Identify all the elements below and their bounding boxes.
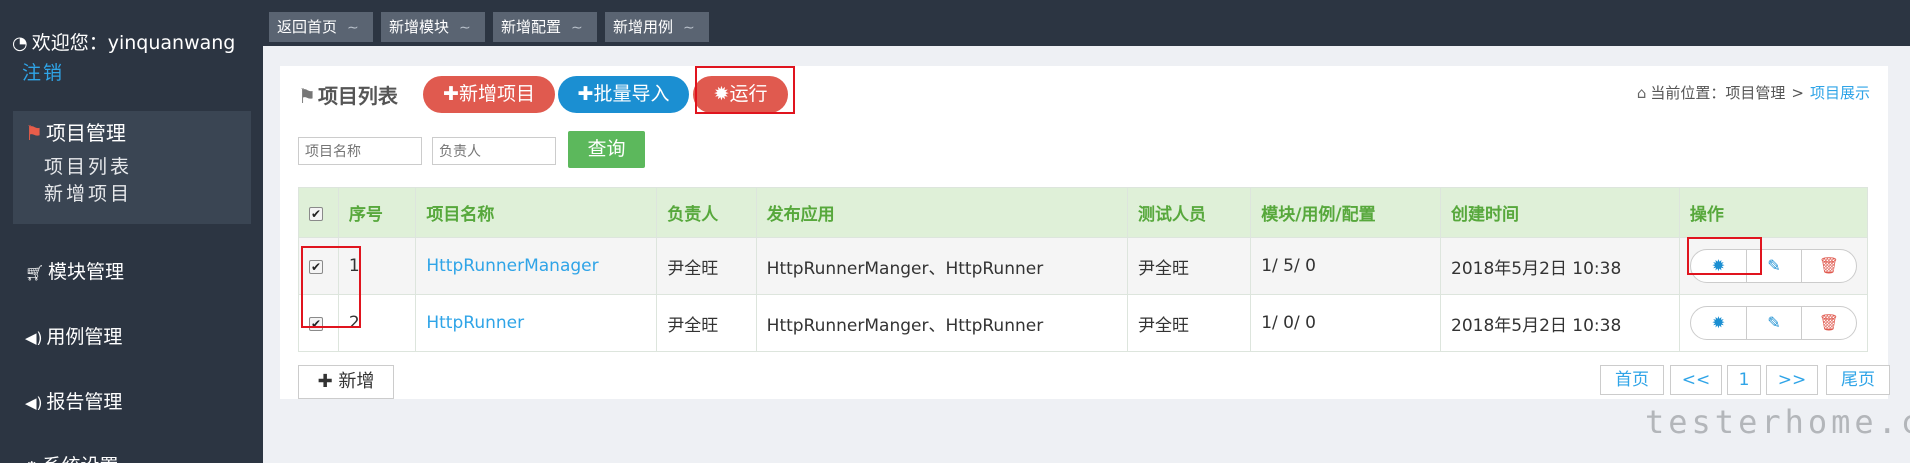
welcome-text: ◔ 欢迎您：yinquanwang xyxy=(12,28,235,55)
page-title-label: 项目列表 xyxy=(317,84,398,108)
highlight-box-run xyxy=(695,66,795,114)
sidebar-item-label: 用例管理 xyxy=(46,326,123,348)
cart-icon: 🛒︎ xyxy=(25,264,45,282)
dashboard-icon: ◔ xyxy=(12,33,28,54)
table-header-row: ✔ 序号 项目名称 负责人 发布应用 测试人员 模块/用例/配置 创建时间 操作 xyxy=(298,187,1869,238)
tab-label: 新增配置 xyxy=(501,18,562,36)
row-testers: 尹全旺 xyxy=(1126,237,1252,295)
sidebar-item-module-management[interactable]: 🛒︎ 模块管理 xyxy=(25,257,124,284)
welcome-label: 欢迎您：yinquanwang xyxy=(31,32,236,54)
row-counts: 1/ 0/ 0 xyxy=(1250,294,1441,352)
gears-icon: ⚙ xyxy=(25,458,38,463)
column-header-index: 序号 xyxy=(337,187,417,238)
row-counts: 1/ 5/ 0 xyxy=(1250,237,1441,295)
sidebar-item-case-management[interactable]: ◀) 用例管理 xyxy=(25,322,122,349)
sidebar-item-project-management[interactable]: ⚑ 项目管理 xyxy=(25,117,126,146)
pager-prev[interactable]: << xyxy=(1670,365,1722,395)
trash-icon[interactable]: 🗑︎ xyxy=(1800,307,1856,339)
page-title: ⚑ 项目列表 xyxy=(298,80,398,109)
row-apps: HttpRunnerManger、HttpRunner xyxy=(755,294,1129,352)
table-row: ✔ 1 HttpRunnerManager 尹全旺 HttpRunnerMang… xyxy=(298,237,1869,295)
select-all-cell: ✔ xyxy=(298,187,339,238)
edit-icon[interactable]: ✎ xyxy=(1745,307,1801,339)
row-owner: 尹全旺 xyxy=(656,294,757,352)
wave-icon: ∼ xyxy=(571,20,583,36)
volume-icon: ◀) xyxy=(25,329,43,347)
row-testers: 尹全旺 xyxy=(1126,294,1252,352)
column-header-created: 创建时间 xyxy=(1440,187,1680,238)
home-icon: ⌂ xyxy=(1636,84,1647,102)
tab-add-config[interactable]: 新增配置 ∼ xyxy=(493,12,597,42)
breadcrumb: ⌂ 当前位置：项目管理 > 项目展示 xyxy=(1637,82,1870,103)
project-table: ✔ 序号 项目名称 负责人 发布应用 测试人员 模块/用例/配置 创建时间 操作… xyxy=(298,187,1869,352)
tab-label: 新增模块 xyxy=(389,18,450,36)
breadcrumb-separator: > xyxy=(1791,84,1804,102)
column-header-name: 项目名称 xyxy=(415,187,658,238)
wave-icon: ∼ xyxy=(459,20,471,36)
watermark: testerhome.com xyxy=(1645,403,1910,441)
row-created: 2018年5月2日 10:38 xyxy=(1440,294,1680,352)
batch-import-button[interactable]: ✚批量导入 xyxy=(558,76,689,113)
run-icon[interactable]: ✹ xyxy=(1691,307,1746,339)
highlight-box-checkboxes xyxy=(301,246,361,328)
pager-next[interactable]: >> xyxy=(1766,365,1818,395)
column-header-actions: 操作 xyxy=(1678,187,1869,238)
tab-label: 新增用例 xyxy=(613,18,674,36)
sidebar-item-label: 模块管理 xyxy=(48,261,125,283)
column-header-apps: 发布应用 xyxy=(755,187,1129,238)
tab-add-case[interactable]: 新增用例 ∼ xyxy=(605,12,709,42)
wave-icon: ∼ xyxy=(683,20,695,36)
highlight-box-row-run xyxy=(1687,237,1762,275)
add-button[interactable]: ✚ 新增 xyxy=(298,365,394,399)
plus-icon: ✚ xyxy=(317,371,333,392)
flag-icon: ⚑ xyxy=(25,121,43,145)
tab-label: 返回首页 xyxy=(277,18,338,36)
flag-icon: ⚑ xyxy=(298,84,316,108)
project-name-link[interactable]: HttpRunner xyxy=(426,313,524,333)
sidebar-subitem-add-project[interactable]: 新增项目 xyxy=(44,179,132,206)
breadcrumb-prefix: 当前位置： xyxy=(1650,84,1726,102)
add-button-label: 新增 xyxy=(338,371,375,392)
breadcrumb-current[interactable]: 项目展示 xyxy=(1810,84,1870,102)
row-name-cell: HttpRunner xyxy=(415,294,658,352)
logout-link[interactable]: 注销 xyxy=(22,58,64,85)
pager-page-1[interactable]: 1 xyxy=(1727,365,1761,395)
column-header-counts: 模块/用例/配置 xyxy=(1250,187,1441,238)
column-header-testers: 测试人员 xyxy=(1126,187,1252,238)
row-name-cell: HttpRunnerManager xyxy=(415,237,658,295)
project-list-panel: ⚑项目列表 ✚新增项目 ✚批量导入 ✹运行 ⌂当前位置：项目管理>项目展示 查询… xyxy=(280,66,1890,399)
trash-icon[interactable]: 🗑︎ xyxy=(1800,250,1856,282)
tab-back-home[interactable]: 返回首页 ∼ xyxy=(269,12,373,42)
top-tab-bar: 返回首页 ∼ 新增模块 ∼ 新增配置 ∼ 新增用例 ∼ xyxy=(263,0,1910,46)
project-name-input[interactable] xyxy=(298,137,422,165)
sidebar: ◔ 欢迎您：yinquanwang 注销 ⚑ 项目管理 项目列表 新增项目 🛒︎ 模块… xyxy=(0,0,263,463)
sidebar-item-report-management[interactable]: ◀) 报告管理 xyxy=(25,387,122,414)
pager-first[interactable]: 首页 xyxy=(1600,365,1664,395)
project-name-link[interactable]: HttpRunnerManager xyxy=(426,256,598,276)
sidebar-subitem-project-list[interactable]: 项目列表 xyxy=(44,152,132,179)
column-header-owner: 负责人 xyxy=(656,187,757,238)
row-created: 2018年5月2日 10:38 xyxy=(1440,237,1680,295)
breadcrumb-parent[interactable]: 项目管理 xyxy=(1725,84,1785,102)
volume-icon: ◀) xyxy=(25,394,43,412)
query-button[interactable]: 查询 xyxy=(568,131,645,168)
add-project-button[interactable]: ✚新增项目 xyxy=(423,76,555,113)
sidebar-item-label: 系统设置 xyxy=(42,455,118,463)
pager-last[interactable]: 尾页 xyxy=(1826,365,1890,395)
table-row: ✔ 2 HttpRunner 尹全旺 HttpRunnerManger、Http… xyxy=(298,294,1869,352)
sidebar-item-label: 报告管理 xyxy=(46,391,123,413)
tab-add-module[interactable]: 新增模块 ∼ xyxy=(381,12,485,42)
row-owner: 尹全旺 xyxy=(656,237,757,295)
owner-input[interactable] xyxy=(432,137,556,165)
project-menu: ⚑ 项目管理 项目列表 新增项目 xyxy=(13,111,251,224)
sidebar-item-system-settings[interactable]: ⚙ 系统设置 xyxy=(25,451,118,463)
sidebar-item-label: 项目管理 xyxy=(45,121,126,145)
select-all-checkbox[interactable]: ✔ xyxy=(309,206,323,221)
row-apps: HttpRunnerManger、HttpRunner xyxy=(755,237,1129,295)
action-group: ✹ ✎ 🗑︎ xyxy=(1689,306,1857,340)
row-actions: ✹ ✎ 🗑︎ xyxy=(1678,294,1869,352)
wave-icon: ∼ xyxy=(347,20,359,36)
